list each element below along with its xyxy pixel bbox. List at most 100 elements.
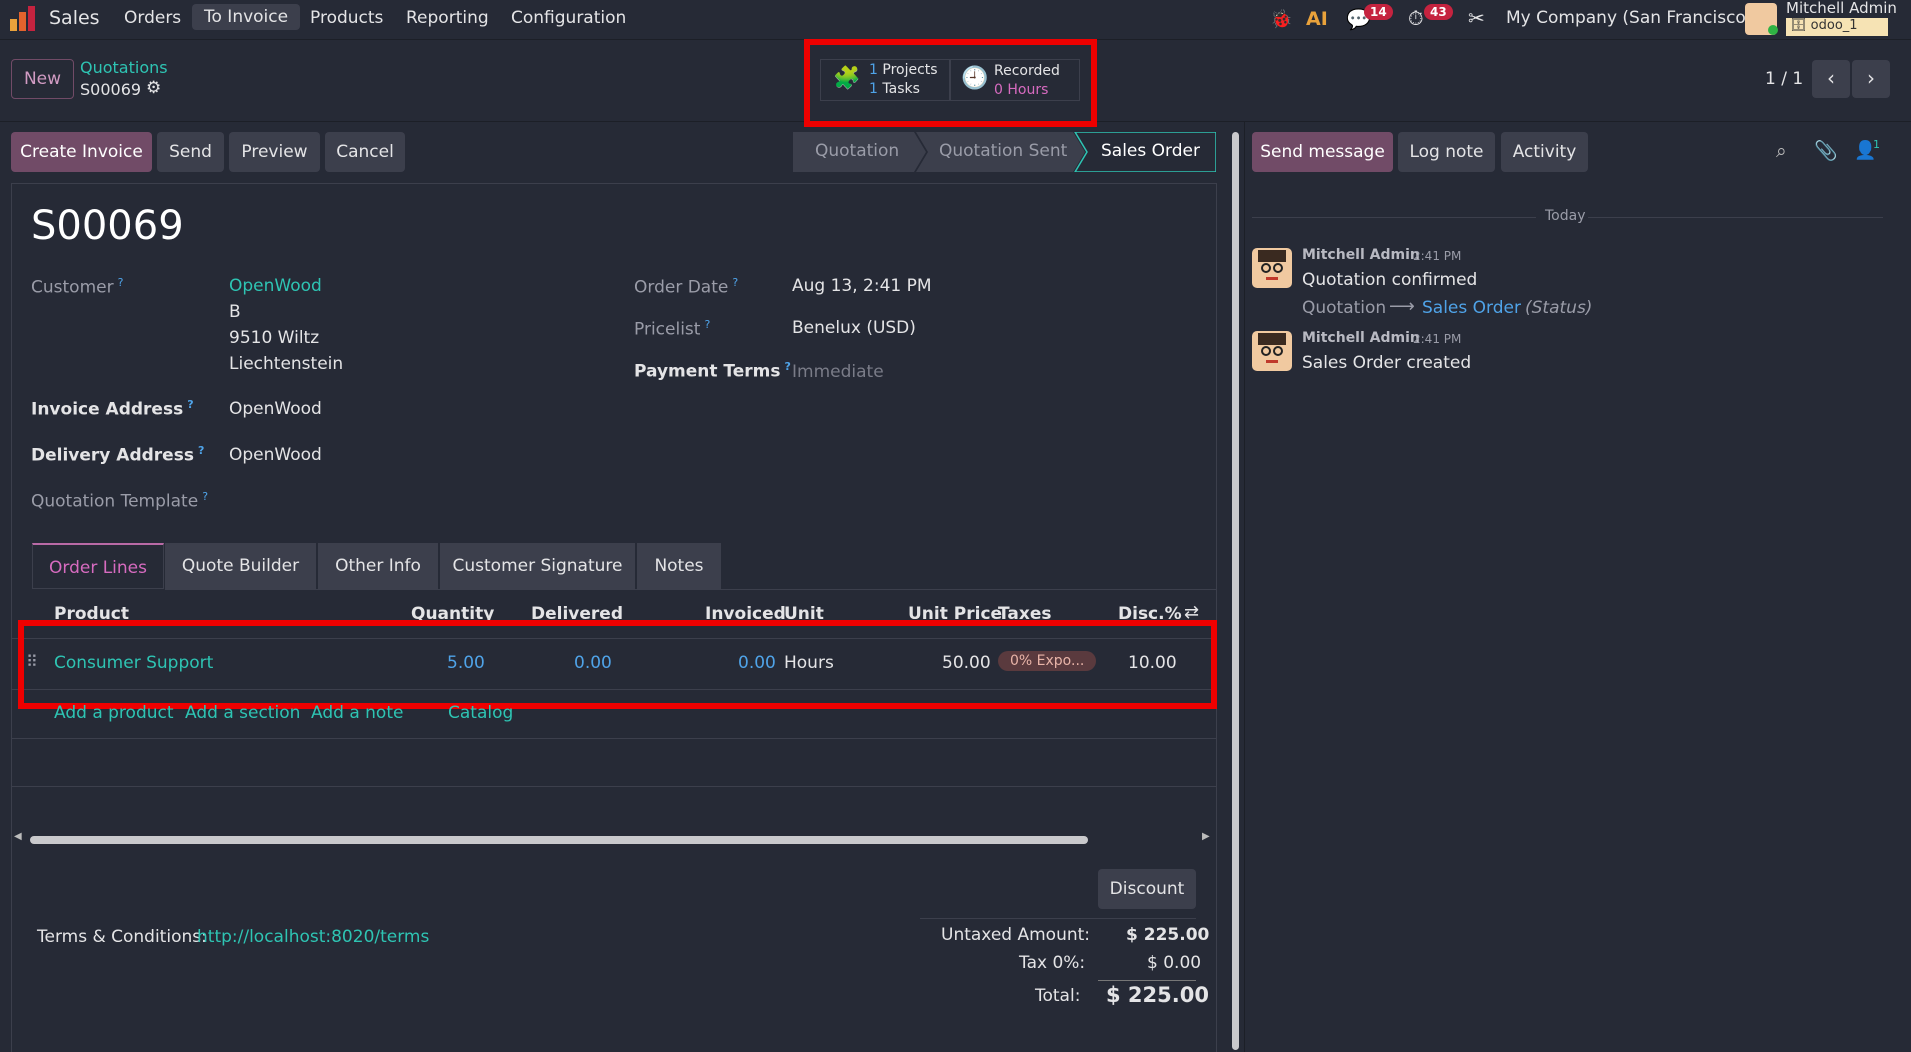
breadcrumb-quotations[interactable]: Quotations bbox=[80, 58, 168, 77]
pager-value[interactable]: 1 / 1 bbox=[1765, 69, 1803, 89]
discount-label: Discount bbox=[1109, 879, 1185, 899]
message-time: 2:41 PM bbox=[1413, 332, 1462, 346]
order-date-field[interactable]: Aug 13, 2:41 PM bbox=[792, 276, 932, 296]
new-button-label: New bbox=[23, 69, 62, 89]
message-author[interactable]: Mitchell Admin bbox=[1302, 330, 1420, 346]
menu-reporting[interactable]: Reporting bbox=[406, 8, 489, 28]
invoice-address-field[interactable]: OpenWood bbox=[229, 399, 322, 419]
scroll-left-icon[interactable]: ◀ bbox=[14, 831, 22, 842]
avatar[interactable] bbox=[1252, 331, 1292, 371]
tab-quote-builder[interactable]: Quote Builder bbox=[165, 543, 317, 589]
delivery-address-field[interactable]: OpenWood bbox=[229, 445, 322, 465]
vertical-scrollbar-thumb[interactable] bbox=[1232, 132, 1239, 1050]
activities-clock-icon[interactable]: ⏱ bbox=[1408, 6, 1424, 30]
debug-bug-icon[interactable]: 🐞 bbox=[1270, 9, 1292, 30]
preview-button[interactable]: Preview bbox=[229, 132, 320, 172]
add-product-link[interactable]: Add a product bbox=[54, 703, 174, 723]
activity-label: Activity bbox=[1512, 142, 1577, 162]
date-separator-line-right bbox=[1588, 217, 1883, 218]
send-message-label: Send message bbox=[1260, 142, 1385, 162]
tab-notes[interactable]: Notes bbox=[637, 543, 722, 589]
catalog-link[interactable]: Catalog bbox=[448, 703, 513, 723]
app-logo-icon[interactable] bbox=[8, 5, 38, 33]
pricelist-label: Pricelist bbox=[634, 318, 710, 340]
menu-to-invoice[interactable]: To Invoice bbox=[192, 4, 301, 30]
scroll-right-icon[interactable]: ▶ bbox=[1202, 831, 1210, 842]
quotation-template-label: Quotation Template bbox=[31, 490, 208, 512]
empty-row-divider-1 bbox=[11, 738, 1216, 739]
date-separator: Today bbox=[1545, 208, 1586, 224]
menu-orders[interactable]: Orders bbox=[124, 8, 181, 28]
customer-address-line3: Liechtenstein bbox=[229, 354, 344, 374]
highlight-order-line bbox=[18, 620, 1217, 709]
status-quotation-sent[interactable]: Quotation Sent bbox=[939, 141, 1067, 161]
create-invoice-button[interactable]: Create Invoice bbox=[11, 132, 152, 172]
user-avatar[interactable] bbox=[1745, 3, 1778, 35]
followers-count: 1 bbox=[1873, 138, 1880, 151]
send-button[interactable]: Send bbox=[157, 132, 224, 172]
scrollbar-thumb[interactable] bbox=[30, 836, 1088, 844]
user-name[interactable]: Mitchell Admin bbox=[1786, 0, 1897, 17]
tab-order-lines[interactable]: Order Lines bbox=[32, 543, 164, 589]
terms-label: Terms & Conditions: bbox=[37, 927, 207, 947]
empty-row-divider-2 bbox=[11, 786, 1216, 787]
tab-customer-signature[interactable]: Customer Signature bbox=[440, 543, 636, 589]
send-message-button[interactable]: Send message bbox=[1252, 132, 1393, 172]
menu-configuration[interactable]: Configuration bbox=[511, 8, 626, 28]
company-switcher[interactable]: My Company (San Francisco) bbox=[1506, 8, 1752, 28]
app-name[interactable]: Sales bbox=[49, 7, 100, 29]
invoice-address-label: Invoice Address bbox=[31, 398, 194, 420]
chatter-divider bbox=[1244, 122, 1245, 1052]
status-quotation[interactable]: Quotation bbox=[815, 141, 899, 161]
menu-products[interactable]: Products bbox=[310, 8, 383, 28]
activity-button[interactable]: Activity bbox=[1501, 132, 1588, 172]
add-section-link[interactable]: Add a section bbox=[185, 703, 300, 723]
record-gear-icon[interactable]: ⚙ bbox=[146, 78, 161, 98]
vertical-scrollbar[interactable] bbox=[1230, 122, 1240, 1052]
tab-quote-builder-label: Quote Builder bbox=[181, 556, 300, 576]
add-note-link[interactable]: Add a note bbox=[311, 703, 403, 723]
tab-other-info[interactable]: Other Info bbox=[318, 543, 439, 589]
settings-tools-icon[interactable]: ✂ bbox=[1468, 6, 1485, 30]
tracking-field: (Status) bbox=[1525, 298, 1593, 318]
customer-address-line1: B bbox=[229, 302, 241, 322]
record-title: S00069 bbox=[31, 203, 184, 249]
chatter-search-icon[interactable]: ⌕ bbox=[1776, 140, 1787, 162]
attachment-paperclip-icon[interactable]: 📎 bbox=[1814, 139, 1838, 162]
top-navbar: Sales Orders To Invoice Products Reporti… bbox=[0, 0, 1911, 40]
avatar-face-icon bbox=[1258, 333, 1286, 363]
total-label: Total: bbox=[1035, 986, 1081, 1006]
database-name: 🗄 odoo_1 bbox=[1786, 18, 1888, 36]
total-value: $ 225.00 bbox=[1106, 983, 1209, 1007]
terms-link[interactable]: http://localhost:8020/terms bbox=[197, 927, 429, 947]
tab-other-info-label: Other Info bbox=[335, 556, 421, 576]
customer-label: Customer bbox=[31, 276, 123, 298]
avatar[interactable] bbox=[1252, 248, 1292, 288]
control-panel: New Quotations S00069 ⚙ 🧩 1 Projects 1 T… bbox=[0, 39, 1911, 127]
log-note-button[interactable]: Log note bbox=[1398, 132, 1495, 172]
order-date-label: Order Date bbox=[634, 276, 738, 298]
horizontal-scrollbar[interactable]: ◀ ▶ bbox=[14, 831, 1214, 846]
date-separator-line-left bbox=[1252, 217, 1536, 218]
customer-link[interactable]: OpenWood bbox=[229, 276, 322, 296]
message-author[interactable]: Mitchell Admin bbox=[1302, 247, 1420, 263]
customer-address-line2: 9510 Wiltz bbox=[229, 328, 320, 348]
pager-previous-button[interactable]: ‹ bbox=[1812, 60, 1850, 98]
cancel-label: Cancel bbox=[336, 142, 394, 162]
cancel-button[interactable]: Cancel bbox=[325, 132, 405, 172]
payment-terms-label: Payment Terms bbox=[634, 360, 791, 382]
tab-notes-label: Notes bbox=[654, 556, 704, 576]
tracking-new-value: Sales Order bbox=[1422, 298, 1521, 318]
message-body: Sales Order created bbox=[1302, 353, 1472, 373]
pricelist-field[interactable]: Benelux (USD) bbox=[792, 318, 916, 338]
payment-terms-field[interactable]: Immediate bbox=[792, 362, 884, 382]
send-label: Send bbox=[169, 142, 212, 162]
tab-underline bbox=[165, 589, 1216, 590]
delivery-address-label: Delivery Address bbox=[31, 444, 204, 466]
tax-value: $ 0.00 bbox=[1147, 953, 1202, 973]
pager-next-button[interactable]: › bbox=[1852, 60, 1890, 98]
new-button[interactable]: New bbox=[11, 59, 74, 99]
ai-icon[interactable]: AI bbox=[1306, 8, 1328, 30]
discount-button[interactable]: Discount bbox=[1098, 869, 1196, 909]
status-sales-order[interactable]: Sales Order bbox=[1101, 141, 1200, 161]
